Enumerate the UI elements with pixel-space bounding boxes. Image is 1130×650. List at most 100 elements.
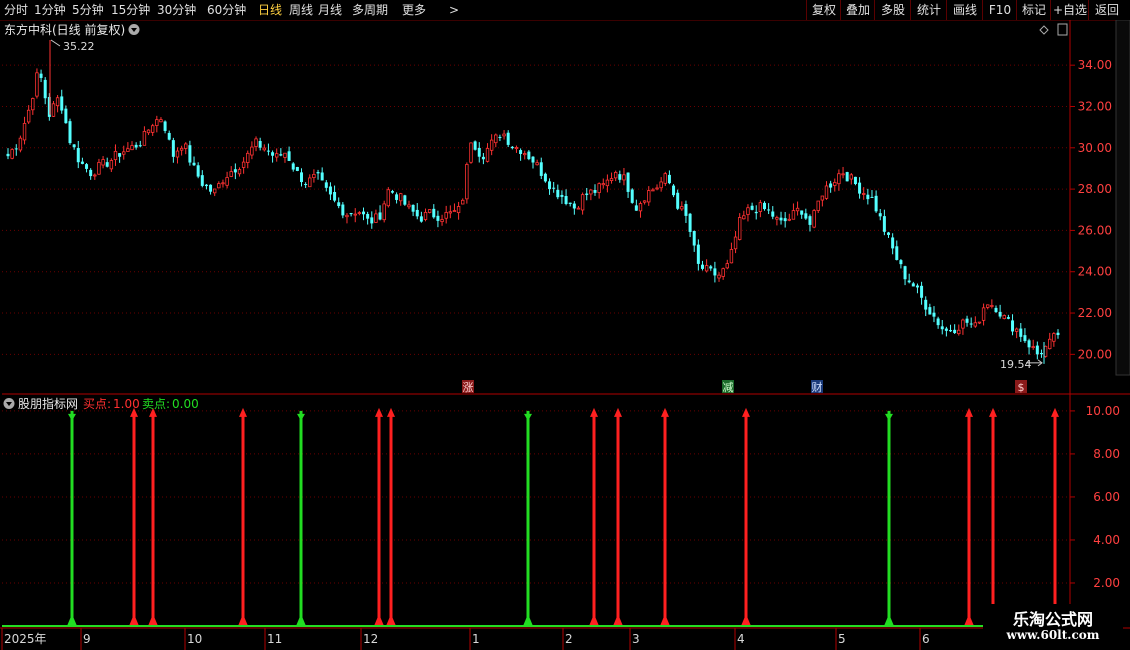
sell-signal	[296, 410, 306, 626]
candle	[940, 319, 944, 335]
candle	[378, 205, 382, 221]
candle	[829, 180, 833, 193]
toolbar-button-0[interactable]: 复权	[806, 0, 841, 20]
candle	[423, 208, 428, 222]
date-tick-label: 10	[187, 632, 202, 646]
toolbar-button-3[interactable]: 统计	[910, 0, 947, 20]
candle	[22, 116, 27, 145]
toolbar-button-2[interactable]: 多股	[874, 0, 911, 20]
candle	[237, 167, 242, 177]
timeframe-4[interactable]: 30分钟	[157, 2, 196, 18]
timeframe-8[interactable]: 月线	[318, 2, 342, 18]
candle	[878, 208, 882, 221]
timeframe-9[interactable]: 多周期	[352, 2, 388, 18]
candle	[366, 211, 370, 225]
candle	[613, 170, 618, 182]
candle	[651, 187, 655, 192]
date-tick-label: 2	[565, 632, 573, 646]
candle	[808, 214, 812, 232]
chevron-down-icon[interactable]	[3, 398, 15, 409]
right-scrollbar[interactable]	[1115, 20, 1130, 376]
chart-area[interactable]: 35.2219.54涨减财 $ 20.0022.0024.0026.0028.00…	[0, 20, 1130, 650]
candle	[204, 183, 208, 190]
candle	[870, 190, 874, 198]
toolbar-button-7[interactable]: +自选	[1050, 0, 1089, 20]
candle	[576, 205, 581, 210]
diamond-icon[interactable]	[1039, 25, 1049, 35]
indicator-ytick-label: 10.00	[1086, 404, 1120, 418]
candle	[283, 152, 287, 163]
main-chart-grid	[2, 64, 1070, 355]
main-ytick-label: 22.00	[1078, 306, 1112, 320]
candle	[841, 166, 845, 179]
window-icon[interactable]	[1057, 23, 1068, 36]
date-tick-label: 2025年	[4, 632, 47, 646]
buy-label: 买点:	[83, 397, 111, 411]
chevron-right-icon[interactable]: >	[449, 2, 459, 18]
candle	[246, 150, 250, 169]
candle	[729, 242, 734, 264]
main-ytick-label: 28.00	[1078, 182, 1112, 196]
main-ytick-label: 26.00	[1078, 223, 1112, 237]
event-badge-3[interactable]: $	[1015, 380, 1027, 394]
candle	[456, 201, 461, 220]
candle	[395, 192, 399, 204]
timeframe-5[interactable]: 60分钟	[207, 2, 246, 18]
sell-label: 卖点:	[142, 397, 170, 411]
signal-series	[2, 407, 1070, 627]
event-badge-2[interactable]: 财	[811, 380, 823, 394]
candle	[597, 182, 601, 199]
timeframe-10[interactable]: 更多	[402, 2, 426, 18]
candle	[965, 315, 969, 327]
candle	[887, 231, 891, 238]
candle	[1056, 329, 1060, 339]
candle	[254, 136, 258, 152]
candle	[14, 144, 18, 156]
timeframe-3[interactable]: 15分钟	[111, 2, 150, 18]
candle	[804, 208, 808, 220]
candle	[973, 316, 978, 328]
candle	[754, 205, 758, 220]
candle	[390, 189, 394, 194]
timeframe-0[interactable]: 分时	[4, 2, 28, 18]
candle	[552, 181, 556, 193]
candle	[977, 321, 982, 325]
indicator-ytick-label: 2.00	[1093, 576, 1120, 590]
candle	[853, 176, 857, 186]
event-badge-0[interactable]: 涨	[462, 380, 474, 394]
candle	[539, 157, 543, 180]
candle	[407, 200, 411, 210]
event-badge-1[interactable]: 减	[722, 380, 734, 394]
candle	[241, 157, 246, 174]
watermark-url: www.60lt.com	[1006, 628, 1100, 642]
candle	[250, 141, 254, 160]
candle	[750, 202, 754, 211]
indicator-ytick-label: 8.00	[1093, 447, 1120, 461]
timeframe-7[interactable]: 周线	[289, 2, 313, 18]
candle	[709, 264, 713, 271]
toolbar-button-5[interactable]: F10	[982, 0, 1017, 20]
candle	[275, 148, 279, 162]
toolbar-button-4[interactable]: 画线	[946, 0, 983, 20]
candle	[163, 120, 167, 134]
candle	[998, 304, 1002, 319]
candle	[6, 148, 10, 160]
candle	[39, 69, 43, 83]
toolbar-button-1[interactable]: 叠加	[840, 0, 875, 20]
timeframe-2[interactable]: 5分钟	[72, 2, 104, 18]
candle	[18, 135, 23, 153]
candle	[432, 204, 436, 219]
candle	[1027, 338, 1031, 355]
sell-value: 0.00	[172, 397, 199, 411]
candle	[97, 158, 101, 175]
candle	[820, 195, 825, 207]
chevron-down-icon[interactable]	[128, 24, 140, 35]
toolbar-button-6[interactable]: 标记	[1016, 0, 1051, 20]
timeframe-6[interactable]: 日线	[258, 2, 282, 18]
candle	[696, 239, 700, 271]
candle	[175, 147, 180, 164]
candle	[1043, 345, 1048, 358]
toolbar-button-8[interactable]: 返回	[1088, 0, 1125, 20]
candle	[630, 188, 634, 204]
timeframe-1[interactable]: 1分钟	[34, 2, 66, 18]
